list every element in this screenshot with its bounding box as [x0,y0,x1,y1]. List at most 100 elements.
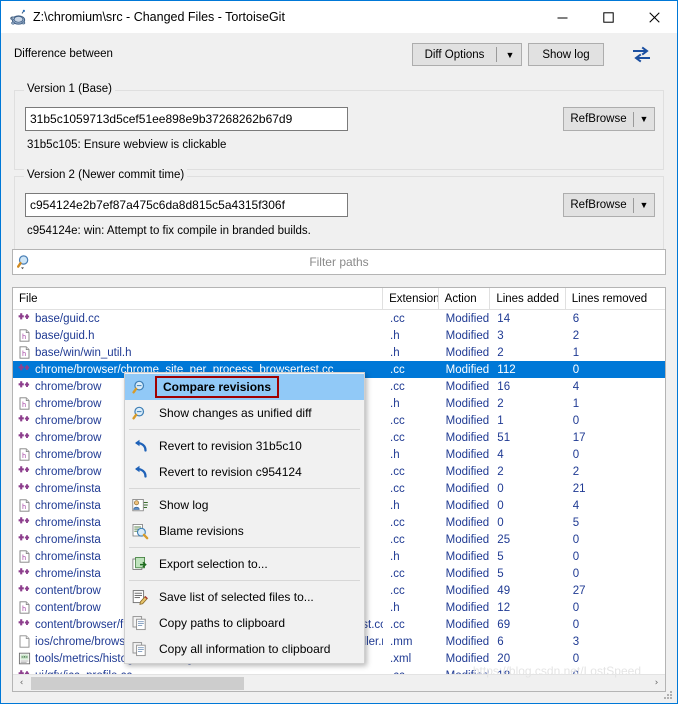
h-file-icon: h [17,601,31,615]
menu-item-label: Revert to revision c954124 [159,465,302,479]
menu-item[interactable]: Save list of selected files to... [125,584,364,610]
cell-extension: .cc [390,380,405,393]
cell-extension: .h [390,397,400,410]
h-file-icon: h [17,448,31,462]
column-header-action[interactable]: Action [439,288,491,310]
table-row[interactable]: h base/guid.h .h Modified 3 2 [13,327,665,344]
cc-modified-icon [17,584,31,598]
h-file-icon: h [17,346,31,360]
cell-lines-added: 2 [497,397,504,410]
tortoisegit-changed-files-window: Z:\chromium\src - Changed Files - Tortoi… [0,0,678,704]
cell-lines-added: 20 [497,652,511,665]
window-title: Z:\chromium\src - Changed Files - Tortoi… [33,10,285,24]
version1-refbrowse-button[interactable]: RefBrowse ▼ [563,107,655,131]
menu-item[interactable]: Compare revisions [125,374,364,400]
cell-lines-added: 25 [497,533,511,546]
cc-modified-icon [17,516,31,530]
menu-item-label: Show changes as unified diff [159,406,312,420]
svg-text:h: h [22,453,26,460]
menu-item[interactable]: Revert to revision 31b5c10 [125,433,364,459]
minimize-button[interactable] [539,1,585,33]
cell-lines-added: 2 [497,465,504,478]
column-header-lines-added[interactable]: Lines added [490,288,566,310]
menu-item[interactable]: Copy paths to clipboard [125,610,364,636]
cell-lines-removed: 0 [572,533,580,546]
cell-lines-added: 4 [497,448,504,461]
cell-extension: .cc [390,312,405,325]
file-path-label: base/win/win_util.h [35,346,132,359]
swap-arrows-icon [632,46,651,66]
menu-separator [129,547,360,548]
cell-lines-removed: 3 [572,635,580,648]
show-log-button[interactable]: Show log [528,43,604,66]
cell-lines-removed: 1 [572,346,580,359]
chevron-down-icon: ▼ [639,200,649,210]
client-area: Difference between Diff Options ▼ Show l… [2,33,676,702]
cell-lines-added: 6 [497,635,504,648]
swap-versions-button[interactable] [626,43,656,68]
copy-icon [125,636,155,662]
menu-item[interactable]: Revert to revision c954124 [125,459,364,485]
version1-hash-input[interactable]: 31b5c1059713d5cef51ee898e9b37268262b67d9 [25,107,348,131]
column-header-lines-removed[interactable]: Lines removed [566,288,665,310]
version1-group: Version 1 (Base) 31b5c1059713d5cef51ee89… [14,83,664,170]
menu-separator [129,488,360,489]
scrollbar-thumb[interactable] [31,677,244,690]
file-path-label: chrome/insta [35,516,101,529]
cell-lines-added: 0 [497,516,504,529]
resize-grip[interactable] [662,688,674,700]
svg-text:h: h [22,351,26,358]
cc-modified-icon [17,482,31,496]
cc-modified-icon [17,618,31,632]
cell-extension: .cc [390,414,405,427]
cell-extension: .h [390,448,400,461]
table-row[interactable]: base/guid.cc .cc Modified 14 6 [13,310,665,327]
export-icon [125,551,155,577]
column-header-file[interactable]: File [13,288,384,310]
cell-extension: .h [390,550,400,563]
cell-lines-added: 51 [497,431,511,444]
diff-toolbar: Difference between Diff Options ▼ Show l… [12,43,666,69]
menu-item-label: Show log [159,498,209,512]
cell-lines-removed: 0 [572,414,580,427]
menu-item[interactable]: Show log [125,492,364,518]
file-path-label: base/guid.h [35,329,95,342]
filter-paths-bar[interactable]: Filter paths [12,249,666,275]
menu-item-label: Blame revisions [159,524,244,538]
menu-item[interactable]: Blame revisions [125,518,364,544]
file-path-label: chrome/insta [35,550,101,563]
cell-lines-added: 1 [497,414,504,427]
h-file-icon: h [17,397,31,411]
diff-options-button[interactable]: Diff Options ▼ [412,43,522,66]
cell-extension: .cc [390,516,405,529]
blame-icon [125,518,155,544]
cell-lines-removed: 2 [572,465,580,478]
version2-hash-input[interactable]: c954124e2b7ef87a475c6da8d815c5a4315f306f [25,193,348,217]
close-button[interactable] [631,1,677,33]
version2-refbrowse-button[interactable]: RefBrowse ▼ [563,193,655,217]
scroll-left-arrow[interactable]: ‹ [13,675,30,692]
menu-item[interactable]: Show changes as unified diff [125,400,364,426]
magnifier-icon[interactable] [13,254,37,270]
version1-summary: 31b5c105: Ensure webview is clickable [27,139,227,151]
file-path-label: chrome/brow [35,397,102,410]
cell-file: h base/win/win_util.h [13,344,383,361]
menu-item[interactable]: Export selection to... [125,551,364,577]
cell-extension: .cc [390,584,405,597]
cell-action: Modified [445,516,490,529]
menu-separator [129,580,360,581]
svg-text:<•>: <•> [21,655,28,660]
chevron-down-icon: ▼ [639,114,649,124]
version1-group-label: Version 1 (Base) [24,83,116,95]
table-row[interactable]: h base/win/win_util.h .h Modified 2 1 [13,344,665,361]
maximize-button[interactable] [585,1,631,33]
filter-paths-placeholder: Filter paths [309,255,369,269]
cell-extension: .xml [390,652,412,665]
svg-text:h: h [22,402,26,409]
cell-action: Modified [445,550,490,563]
menu-item[interactable]: Copy all information to clipboard [125,636,364,662]
horizontal-scrollbar[interactable]: ‹ › [13,674,665,691]
cell-lines-removed: 0 [572,363,580,376]
column-header-extension[interactable]: Extension [383,288,439,310]
h-file-icon: h [17,550,31,564]
